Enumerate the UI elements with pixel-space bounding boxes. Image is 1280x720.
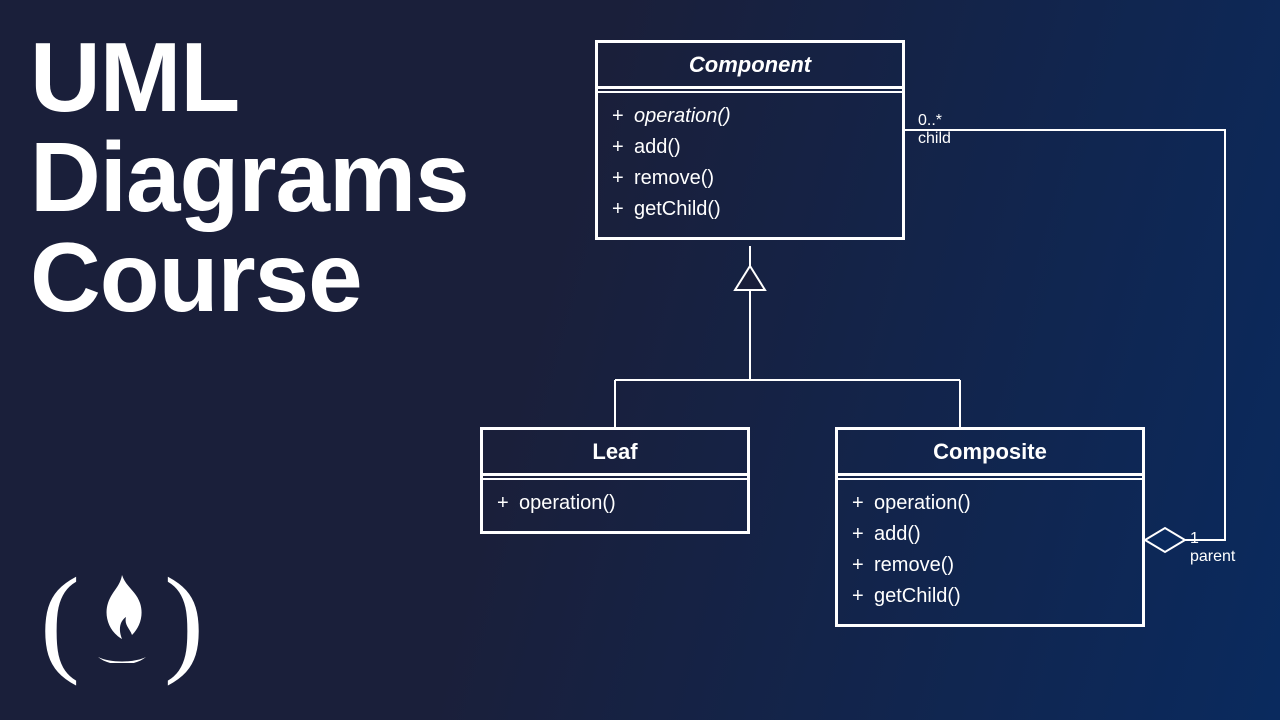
class-name: Leaf	[483, 430, 747, 476]
aggregation-diamond-icon	[1145, 528, 1185, 552]
class-box-component: Component +operation() +add() +remove() …	[595, 40, 905, 240]
freecodecamp-logo: ( )	[40, 560, 204, 680]
class-box-leaf: Leaf +operation()	[480, 427, 750, 534]
class-name: Composite	[838, 430, 1142, 476]
operation: +operation()	[612, 101, 888, 132]
title-line-3: Course	[30, 228, 469, 328]
operation: +remove()	[852, 550, 1128, 581]
operations-compartment: +operation()	[483, 480, 747, 531]
title-line-2: Diagrams	[30, 128, 469, 228]
paren-left-icon: (	[40, 560, 80, 680]
operations-compartment: +operation() +add() +remove() +getChild(…	[838, 480, 1142, 624]
operation: +operation()	[852, 488, 1128, 519]
operations-compartment: +operation() +add() +remove() +getChild(…	[598, 93, 902, 237]
operation: +getChild()	[852, 581, 1128, 612]
fire-icon	[90, 573, 154, 668]
multiplicity-child: 0..* child	[918, 112, 951, 149]
operation: +add()	[612, 132, 888, 163]
operation: +remove()	[612, 163, 888, 194]
class-box-composite: Composite +operation() +add() +remove() …	[835, 427, 1145, 627]
operation: +add()	[852, 519, 1128, 550]
operation: +operation()	[497, 488, 733, 519]
class-name: Component	[598, 43, 902, 89]
paren-right-icon: )	[164, 560, 204, 680]
operation: +getChild()	[612, 194, 888, 225]
generalization-arrowhead-icon	[735, 266, 765, 290]
title-line-1: UML	[30, 28, 469, 128]
course-title: UML Diagrams Course	[30, 28, 469, 328]
multiplicity-parent: 1 parent	[1190, 530, 1235, 567]
